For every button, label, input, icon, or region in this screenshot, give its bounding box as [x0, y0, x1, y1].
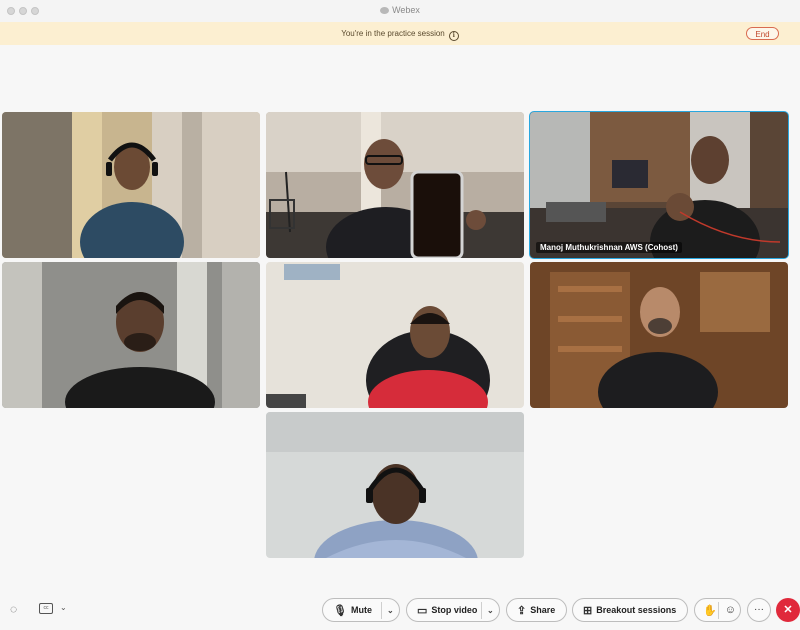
participant-video: [2, 112, 260, 258]
video-tile[interactable]: [266, 412, 524, 558]
webex-logo-icon: [380, 7, 390, 14]
share-screen-icon: ⇪: [517, 604, 527, 617]
mute-label: Mute: [350, 605, 372, 615]
participant-video: [530, 262, 788, 408]
assistant-icon[interactable]: ◌: [10, 602, 17, 616]
share-label: Share: [530, 605, 556, 615]
chevron-down-icon[interactable]: ⌄: [387, 606, 394, 615]
participant-name-label: Manoj Muthukrishnan AWS (Cohost): [536, 242, 682, 253]
banner-text: You're in the practice session: [341, 29, 445, 38]
close-icon[interactable]: ✕: [776, 598, 800, 622]
end-practice-button[interactable]: End: [746, 27, 779, 40]
share-button[interactable]: ⇪ Share: [506, 598, 567, 622]
video-tile[interactable]: [2, 112, 260, 258]
breakout-label: Breakout sessions: [596, 605, 677, 615]
reactions-control[interactable]: ✋ ☺: [694, 598, 741, 622]
camera-icon: ▭: [417, 604, 428, 617]
participant-video: [266, 262, 524, 408]
title-bar: Webex: [0, 0, 800, 22]
video-tile[interactable]: [266, 112, 524, 258]
participant-video: [266, 412, 524, 558]
breakout-sessions-button[interactable]: ⊞ Breakout sessions: [572, 598, 688, 622]
raise-hand-icon[interactable]: ✋: [703, 604, 717, 617]
captions-icon[interactable]: cc: [39, 603, 53, 614]
participant-video: [266, 112, 524, 258]
practice-session-banner: You're in the practice session i: [0, 22, 800, 45]
webex-window: Webex You're in the practice session i En…: [0, 0, 800, 630]
info-icon[interactable]: i: [448, 31, 459, 41]
microphone-icon: 🎙: [333, 604, 347, 617]
emoji-icon[interactable]: ☺: [725, 604, 736, 616]
video-tile[interactable]: [266, 262, 524, 408]
stop-video-control[interactable]: ▭ Stop video ⌄: [406, 598, 500, 622]
participant-video: [530, 112, 788, 258]
stop-video-label: Stop video: [431, 605, 478, 615]
mute-control[interactable]: 🎙 Mute ⌄: [322, 598, 400, 622]
video-tile[interactable]: [2, 262, 260, 408]
chevron-down-icon[interactable]: ⌄: [60, 603, 67, 612]
video-tile[interactable]: [530, 262, 788, 408]
window-title: Webex: [0, 5, 800, 15]
participant-video: [2, 262, 260, 408]
more-options-button[interactable]: ···: [747, 598, 771, 622]
video-tile-active[interactable]: Manoj Muthukrishnan AWS (Cohost): [529, 111, 789, 259]
breakout-grid-icon: ⊞: [583, 604, 593, 617]
chevron-down-icon[interactable]: ⌄: [487, 606, 494, 615]
